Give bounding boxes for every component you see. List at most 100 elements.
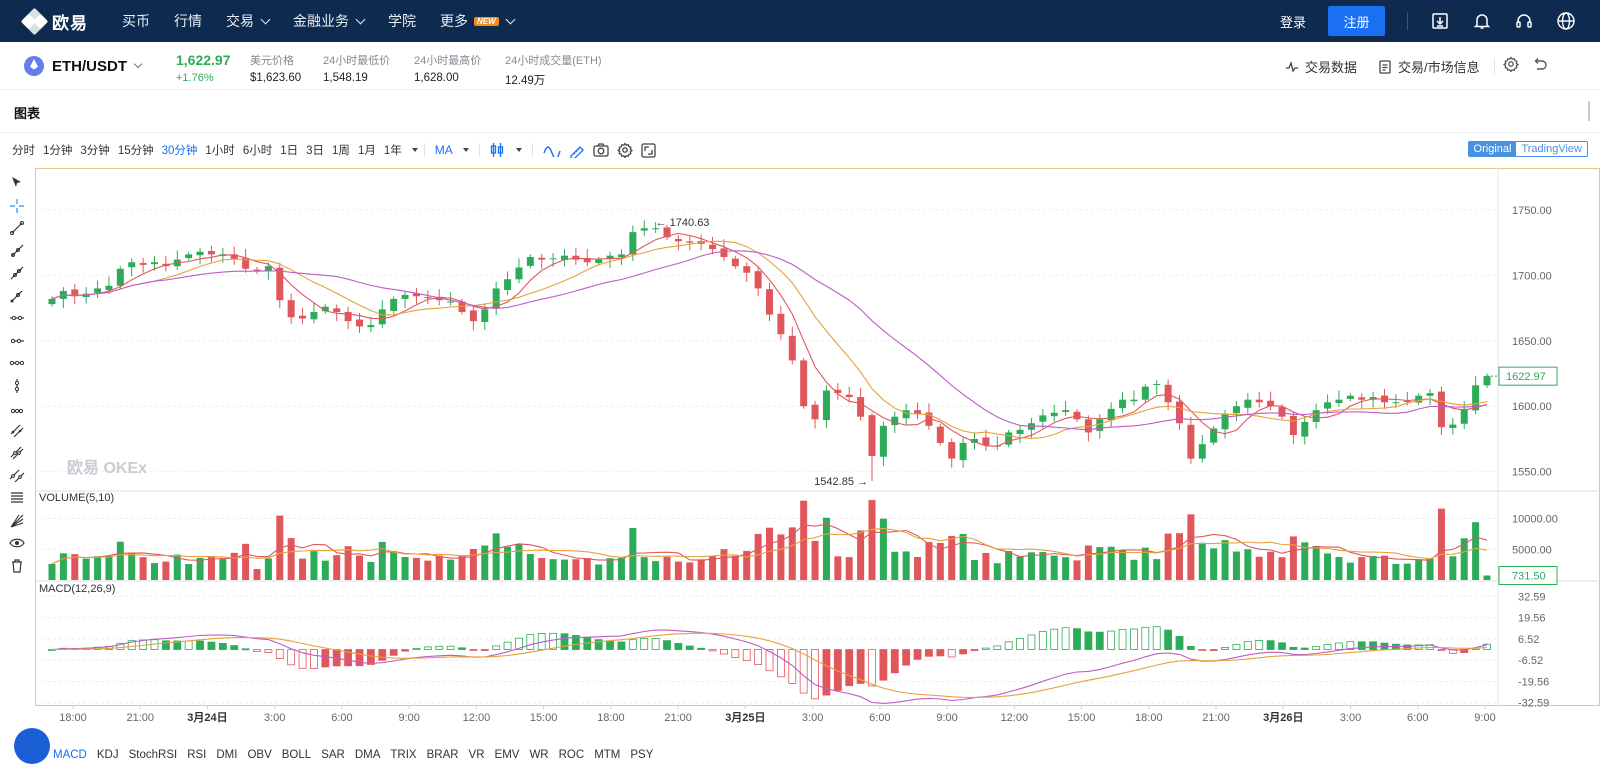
chart-canvas[interactable]: 1550.00 1600.00 1650.00 1700.00 1750.00 5000.…: [35, 168, 1600, 742]
ray-icon[interactable]: [6, 240, 28, 263]
indicator-tab[interactable]: KDJ: [92, 749, 124, 761]
x-tick-label: 18:00: [1135, 712, 1163, 724]
undo-icon[interactable]: [1532, 56, 1550, 74]
indicator-tab[interactable]: TRIX: [385, 749, 421, 761]
indicator-tab[interactable]: ROC: [554, 749, 590, 761]
indicator-tab[interactable]: SAR: [316, 749, 350, 761]
drawing-tool-button[interactable]: [569, 142, 585, 158]
volume-bar: [766, 527, 773, 580]
nav-item-4[interactable]: 学院: [376, 11, 428, 31]
interval-tab[interactable]: 30分钟: [158, 142, 202, 158]
stat-value: 1,548.19: [323, 72, 368, 84]
nav-item-2[interactable]: 交易: [214, 11, 281, 31]
stat-label: 24小时成交量(ETH): [505, 55, 602, 67]
macd-histogram-bar: [310, 649, 318, 669]
horizontal-line-icon[interactable]: [6, 307, 28, 330]
gear-icon[interactable]: [1502, 56, 1521, 74]
volume-bar: [71, 554, 79, 580]
eye-icon[interactable]: [6, 532, 28, 555]
trend-line-icon[interactable]: [6, 217, 28, 240]
view-tradingview-button[interactable]: TradingView: [1516, 142, 1587, 156]
volume-bar: [458, 556, 466, 580]
arrow-line-icon[interactable]: [6, 285, 28, 308]
interval-tab[interactable]: 3日: [302, 142, 328, 158]
horizontal-ray-icon[interactable]: [6, 330, 28, 353]
panel-resize-handle[interactable]: [1588, 101, 1598, 121]
price-channel-icon[interactable]: [6, 442, 28, 465]
candle-body: [344, 311, 352, 322]
globe-icon[interactable]: [1556, 11, 1576, 31]
indicator-tab[interactable]: OBV: [242, 749, 276, 761]
last-price-block: 1,622.97 +1.76%: [176, 52, 231, 84]
okx-logo[interactable]: 欧易: [20, 7, 88, 36]
parallel-channel-icon[interactable]: [6, 420, 28, 443]
login-link[interactable]: 登录: [1280, 12, 1306, 31]
crosshair-icon[interactable]: [6, 195, 28, 218]
drawing-toolbar: [6, 172, 28, 577]
support-float-button[interactable]: [14, 728, 50, 764]
gann-fan-icon[interactable]: [6, 510, 28, 533]
volume-bar: [207, 557, 215, 580]
fullscreen-button[interactable]: [641, 142, 656, 158]
macd-histogram-bar: [742, 649, 751, 661]
interval-tab[interactable]: 1年: [380, 142, 406, 158]
interval-tab[interactable]: 1月: [354, 142, 380, 158]
interval-tab[interactable]: 1日: [276, 142, 302, 158]
indicator-tab[interactable]: DMI: [211, 749, 242, 761]
interval-dropdown-caret[interactable]: [411, 148, 418, 152]
nav-item-3[interactable]: 金融业务: [281, 11, 376, 31]
interval-tab[interactable]: 3分钟: [76, 142, 113, 158]
candle-body: [811, 404, 819, 420]
x-tick-label: 3:00: [802, 712, 823, 724]
horizontal-segment-icon[interactable]: [6, 352, 28, 375]
x-tick-label: 3:00: [1340, 712, 1361, 724]
pair-selector[interactable]: ETH/USDT: [24, 56, 143, 76]
indicator-tab[interactable]: DMA: [350, 749, 386, 761]
indicator-tab[interactable]: RSI: [182, 749, 211, 761]
view-original-button[interactable]: Original: [1468, 142, 1517, 156]
volume-bar: [686, 562, 694, 580]
cursor-icon[interactable]: [6, 172, 28, 195]
indicator-tab[interactable]: MACD: [48, 749, 92, 761]
fibonacci-icon[interactable]: [6, 487, 28, 510]
indicator-tab[interactable]: PSY: [625, 749, 658, 761]
volume-bar: [1050, 555, 1058, 580]
interval-tab[interactable]: 1分钟: [39, 142, 76, 158]
indicator-tab[interactable]: MTM: [589, 749, 625, 761]
interval-tab[interactable]: 6小时: [239, 142, 276, 158]
parallel-line-icon[interactable]: [6, 465, 28, 488]
indicator-select[interactable]: MA: [435, 143, 469, 157]
interval-tab[interactable]: 15分钟: [114, 142, 158, 158]
trash-icon[interactable]: [6, 555, 28, 578]
register-button[interactable]: 注册: [1328, 6, 1385, 36]
bell-icon[interactable]: [1472, 11, 1492, 31]
price-chart[interactable]: 1550.00 1600.00 1650.00 1700.00 1750.00 5000.…: [35, 168, 1600, 742]
nav-item-1[interactable]: 行情: [162, 11, 214, 31]
candle-body: [788, 335, 796, 361]
indicator-tab[interactable]: BOLL: [277, 749, 316, 761]
indicator-tab[interactable]: WR: [524, 749, 553, 761]
indicator-tab[interactable]: EMV: [490, 749, 525, 761]
chart-settings-button[interactable]: [616, 142, 633, 158]
interval-tab[interactable]: 1小时: [201, 142, 238, 158]
trade-data-link[interactable]: 交易数据: [1285, 57, 1357, 76]
nav-item-5[interactable]: 更多 NEW: [428, 11, 526, 31]
market-info-link[interactable]: 交易/市场信息: [1378, 57, 1480, 76]
candle-body: [1426, 393, 1434, 396]
nav-item-0[interactable]: 买币: [110, 11, 162, 31]
indicator-tab[interactable]: BRAR: [422, 749, 464, 761]
macd-histogram-bar: [617, 641, 626, 650]
download-icon[interactable]: [1430, 11, 1450, 31]
indicator-tab[interactable]: VR: [464, 749, 490, 761]
candle-type-select[interactable]: [490, 142, 522, 158]
price-line-icon[interactable]: [6, 397, 28, 420]
extended-line-icon[interactable]: [6, 262, 28, 285]
indicator-tab[interactable]: StochRSI: [124, 749, 183, 761]
headset-icon[interactable]: [1514, 11, 1534, 31]
vertical-line-icon[interactable]: [6, 375, 28, 398]
interval-tab[interactable]: 分时: [8, 142, 39, 158]
interval-tab[interactable]: 1周: [328, 142, 354, 158]
screenshot-button[interactable]: [593, 143, 609, 157]
candle-body: [1335, 399, 1343, 404]
line-style-button[interactable]: [543, 143, 561, 157]
